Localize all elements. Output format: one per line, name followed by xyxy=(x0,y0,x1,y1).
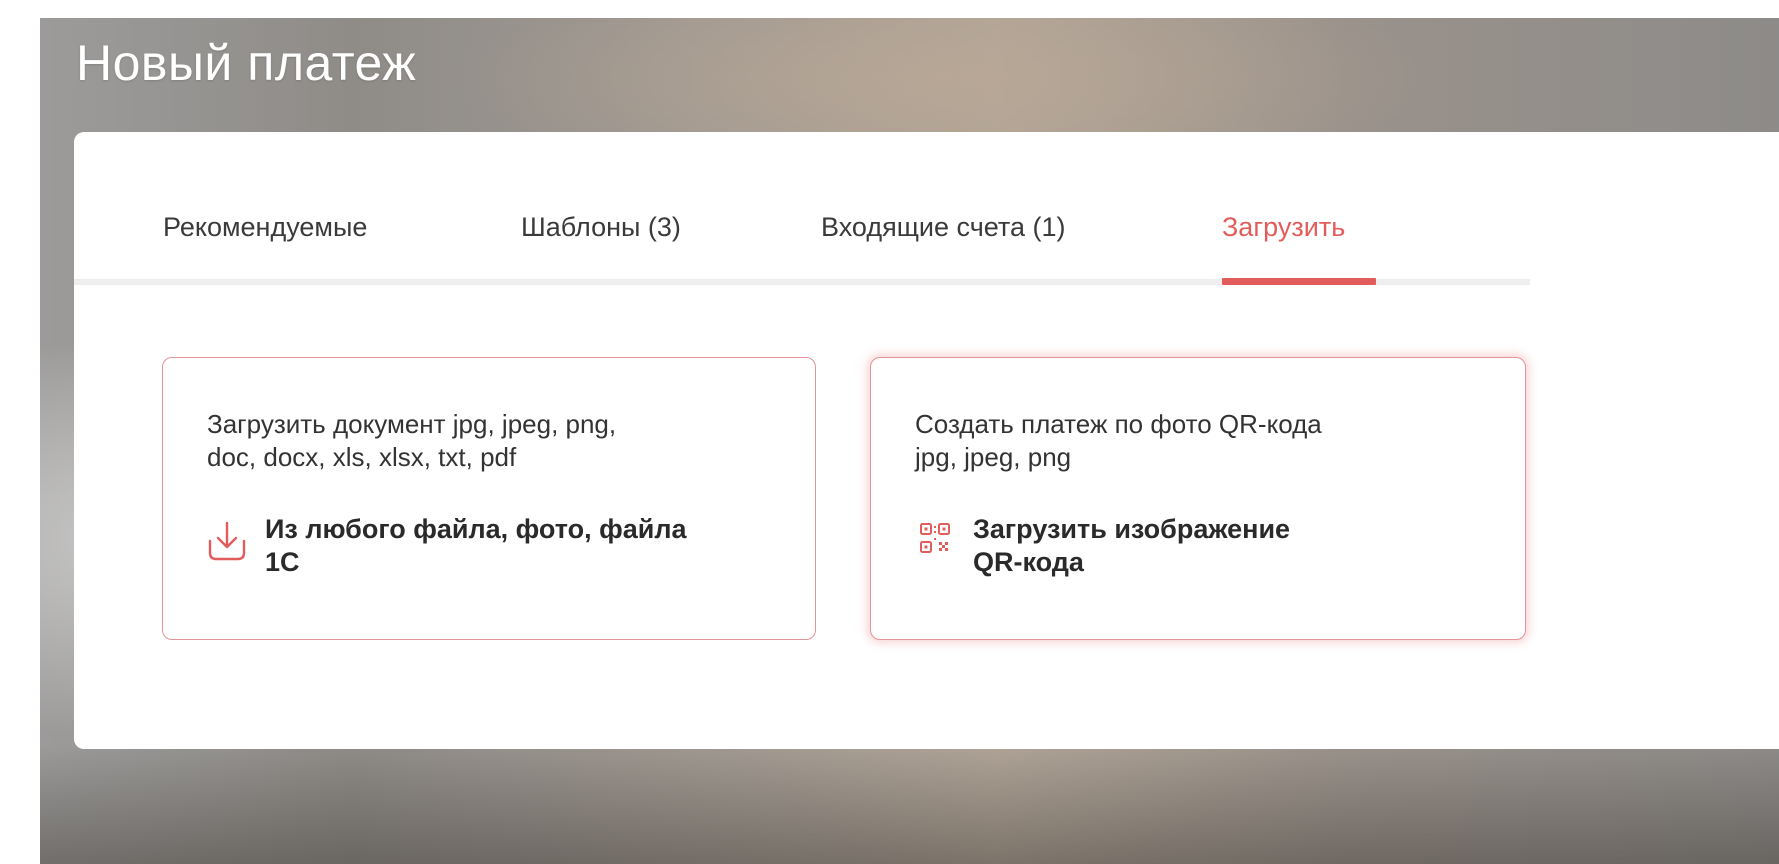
upload-qr-description: Создать платеж по фото QR-кода jpg, jpeg… xyxy=(915,409,1322,472)
tab-upload[interactable]: Загрузить xyxy=(1222,212,1345,243)
upload-qr-label: Загрузить изображение QR-кода xyxy=(973,514,1291,577)
tab-incoming-invoices[interactable]: Входящие счета (1) xyxy=(821,212,1065,243)
payment-card: Рекомендуемые Шаблоны (3) Входящие счета… xyxy=(74,132,1779,749)
upload-file-description: Загрузить документ jpg, jpeg, png, doc, … xyxy=(207,409,617,472)
upload-qr-action[interactable]: Загрузить изображение QR-кода xyxy=(915,513,1495,579)
download-tray-icon xyxy=(208,521,246,561)
tab-templates[interactable]: Шаблоны (3) xyxy=(521,212,681,243)
upload-file-action[interactable]: Из любого файла, фото, файла 1С xyxy=(207,513,785,579)
upload-qr-card[interactable]: Создать платеж по фото QR-кода jpg, jpeg… xyxy=(870,357,1526,640)
tab-recommended[interactable]: Рекомендуемые xyxy=(163,212,367,243)
upload-file-label: Из любого файла, фото, файла 1С xyxy=(265,514,687,577)
qr-code-icon xyxy=(920,523,950,553)
active-tab-indicator xyxy=(1222,278,1376,285)
upload-file-card[interactable]: Загрузить документ jpg, jpeg, png, doc, … xyxy=(162,357,816,640)
page-title: Новый платеж xyxy=(76,35,417,91)
tab-bar: Рекомендуемые Шаблоны (3) Входящие счета… xyxy=(74,132,1530,287)
